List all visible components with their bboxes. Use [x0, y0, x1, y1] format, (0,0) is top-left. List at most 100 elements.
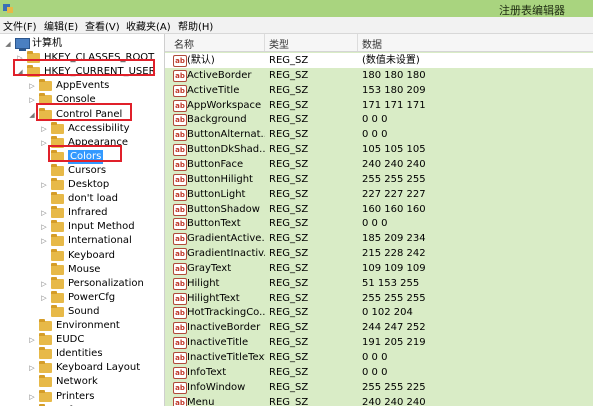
value-data: 255 255 255: [362, 292, 426, 304]
value-name: ButtonLight: [187, 188, 246, 200]
table-row[interactable]: ab ActiveTitle REG_SZ 153 180 209: [165, 83, 593, 98]
string-value-icon: ab: [173, 114, 187, 127]
table-row[interactable]: ab HilightText REG_SZ 255 255 255: [165, 291, 593, 306]
menu-favorites[interactable]: 收藏夹(A): [126, 18, 171, 33]
table-row[interactable]: ab GradientActive... REG_SZ 185 209 234: [165, 231, 593, 246]
table-row[interactable]: ab ButtonText REG_SZ 0 0 0: [165, 216, 593, 231]
value-type: REG_SZ: [269, 396, 309, 406]
expand-arrow-icon[interactable]: ▷: [28, 333, 36, 347]
value-data: 0 0 0: [362, 352, 388, 363]
table-row[interactable]: ab ButtonHilight REG_SZ 255 255 255: [165, 172, 593, 187]
value-type: REG_SZ: [269, 158, 309, 170]
value-data: 0 102 204: [362, 307, 413, 319]
value-name: InactiveBorder: [187, 322, 261, 334]
table-row[interactable]: ab HotTrackingCo... REG_SZ 0 102 204: [165, 305, 593, 320]
menu-file[interactable]: 文件(F): [3, 18, 37, 33]
expand-arrow-icon[interactable]: ▷: [40, 122, 48, 136]
expand-arrow-icon[interactable]: ◢: [4, 37, 12, 51]
value-data: 109 109 109: [362, 262, 426, 274]
value-type: REG_SZ: [269, 292, 309, 304]
string-value-icon: ab: [173, 233, 187, 246]
table-row[interactable]: ab InfoText REG_SZ 0 0 0: [165, 365, 593, 380]
string-value-icon: ab: [173, 218, 187, 231]
expand-arrow-icon[interactable]: ▷: [28, 93, 36, 107]
expand-arrow-icon[interactable]: ▷: [28, 390, 36, 404]
table-row[interactable]: ab ButtonDkShad... REG_SZ 105 105 105: [165, 142, 593, 157]
folder-icon: [51, 248, 64, 261]
folder-icon: [51, 121, 64, 134]
tree-node-label: PowerCfg: [68, 291, 116, 303]
value-data: 191 205 219: [362, 337, 426, 349]
table-row[interactable]: ab ButtonLight REG_SZ 227 227 227: [165, 187, 593, 202]
table-row[interactable]: ab Menu REG_SZ 240 240 240: [165, 395, 593, 406]
tree-node-label: Printers: [56, 390, 95, 402]
expand-arrow-icon[interactable]: ▷: [40, 220, 48, 234]
folder-icon: [51, 276, 64, 289]
table-row[interactable]: ab InactiveTitle REG_SZ 191 205 219: [165, 335, 593, 350]
table-row[interactable]: ab Background REG_SZ 0 0 0: [165, 112, 593, 127]
expand-arrow-icon[interactable]: ▷: [40, 136, 48, 150]
table-row[interactable]: ab GrayText REG_SZ 109 109 109: [165, 261, 593, 276]
string-value-icon: ab: [173, 337, 187, 350]
string-value-icon: ab: [173, 381, 187, 394]
value-type: REG_SZ: [269, 307, 309, 319]
value-data: 244 247 252: [362, 322, 426, 334]
menu-view[interactable]: 查看(V): [85, 18, 120, 33]
regedit-app-icon[interactable]: [2, 2, 14, 14]
tree-node-label: don't load: [68, 193, 119, 205]
table-row[interactable]: ab ButtonShadow REG_SZ 160 160 160: [165, 202, 593, 217]
value-data: 240 240 240: [362, 396, 426, 406]
table-row[interactable]: ab ButtonAlternat... REG_SZ 0 0 0: [165, 127, 593, 142]
expand-arrow-icon[interactable]: ▷: [40, 277, 48, 291]
table-row[interactable]: ab InactiveBorder REG_SZ 244 247 252: [165, 320, 593, 335]
folder-icon: [39, 375, 52, 388]
values-list[interactable]: 名称 类型 数据 ab (默认) REG_SZ (数值未设置) ab ActiveBord…: [165, 34, 593, 406]
string-value-icon: ab: [173, 396, 187, 406]
menu-edit[interactable]: 编辑(E): [44, 18, 78, 33]
column-header-data[interactable]: 数据: [362, 36, 382, 51]
registry-tree[interactable]: ◢ 计算机 ▷ HKEY_CLASSES_ROOT ◢ HKEY_CURRENT_USER…: [0, 34, 165, 406]
expand-arrow-icon[interactable]: ▷: [40, 178, 48, 192]
value-name: Hilight: [187, 277, 220, 289]
expand-arrow-icon[interactable]: ▷: [40, 206, 48, 220]
column-header-name[interactable]: 名称: [174, 36, 194, 51]
value-name: HotTrackingCo...: [187, 307, 265, 319]
column-header-type[interactable]: 类型: [269, 36, 289, 51]
highlight-box-control-panel: [36, 103, 132, 121]
expand-arrow-icon[interactable]: ▷: [40, 291, 48, 305]
value-name: (默认): [187, 55, 215, 66]
folder-icon: [51, 163, 64, 176]
table-row[interactable]: ab GradientInactiv... REG_SZ 215 228 242: [165, 246, 593, 261]
tree-node-label: Identities: [56, 348, 103, 360]
menu-help[interactable]: 帮助(H): [178, 18, 213, 33]
value-name: ButtonText: [187, 218, 241, 230]
expand-arrow-icon[interactable]: ▷: [40, 234, 48, 248]
folder-icon: [51, 220, 64, 233]
table-row[interactable]: ab ActiveBorder REG_SZ 180 180 180: [165, 68, 593, 83]
table-row[interactable]: ab ButtonFace REG_SZ 240 240 240: [165, 157, 593, 172]
expand-arrow-icon[interactable]: ◢: [28, 108, 36, 122]
value-data: 171 171 171: [362, 99, 426, 111]
folder-icon: [39, 347, 52, 360]
column-divider[interactable]: [264, 34, 265, 51]
table-row[interactable]: ab InfoWindow REG_SZ 255 255 225: [165, 380, 593, 395]
expand-arrow-icon[interactable]: ▷: [28, 361, 36, 375]
folder-icon: [39, 79, 52, 92]
table-row[interactable]: ab InactiveTitleText REG_SZ 0 0 0: [165, 350, 593, 365]
value-type: REG_SZ: [269, 188, 309, 200]
string-value-icon: ab: [173, 173, 187, 186]
value-data: 185 209 234: [362, 233, 426, 245]
string-value-icon: ab: [173, 203, 187, 216]
tree-node-label: Personalization: [68, 277, 144, 289]
table-row[interactable]: ab Hilight REG_SZ 51 153 255: [165, 276, 593, 291]
expand-arrow-icon[interactable]: ▷: [28, 79, 36, 93]
table-row[interactable]: ab (默认) REG_SZ (数值未设置): [165, 53, 593, 68]
string-value-icon: ab: [173, 292, 187, 305]
table-row[interactable]: ab AppWorkspace REG_SZ 171 171 171: [165, 98, 593, 113]
column-divider[interactable]: [357, 34, 358, 51]
value-name: ButtonHilight: [187, 173, 253, 185]
tree-node-label: Desktop: [68, 179, 110, 190]
value-type: REG_SZ: [269, 277, 309, 289]
value-data: 153 180 209: [362, 84, 426, 96]
tree-node-label: Network: [56, 376, 98, 388]
